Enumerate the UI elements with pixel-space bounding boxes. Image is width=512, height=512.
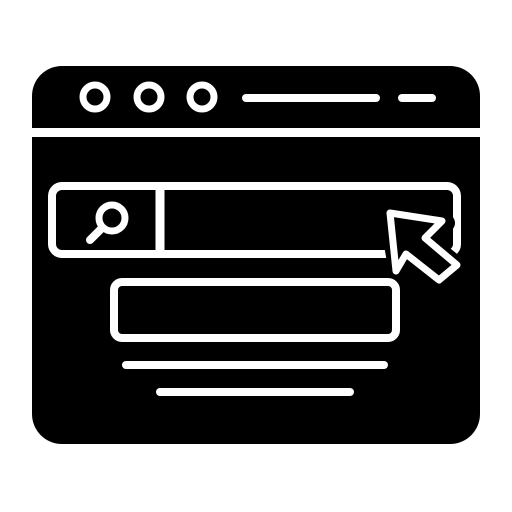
web-search-browser-icon	[32, 66, 480, 444]
title-bar-divider	[32, 128, 480, 137]
browser-search-illustration	[0, 0, 512, 512]
arrow-cursor-icon	[379, 205, 469, 294]
